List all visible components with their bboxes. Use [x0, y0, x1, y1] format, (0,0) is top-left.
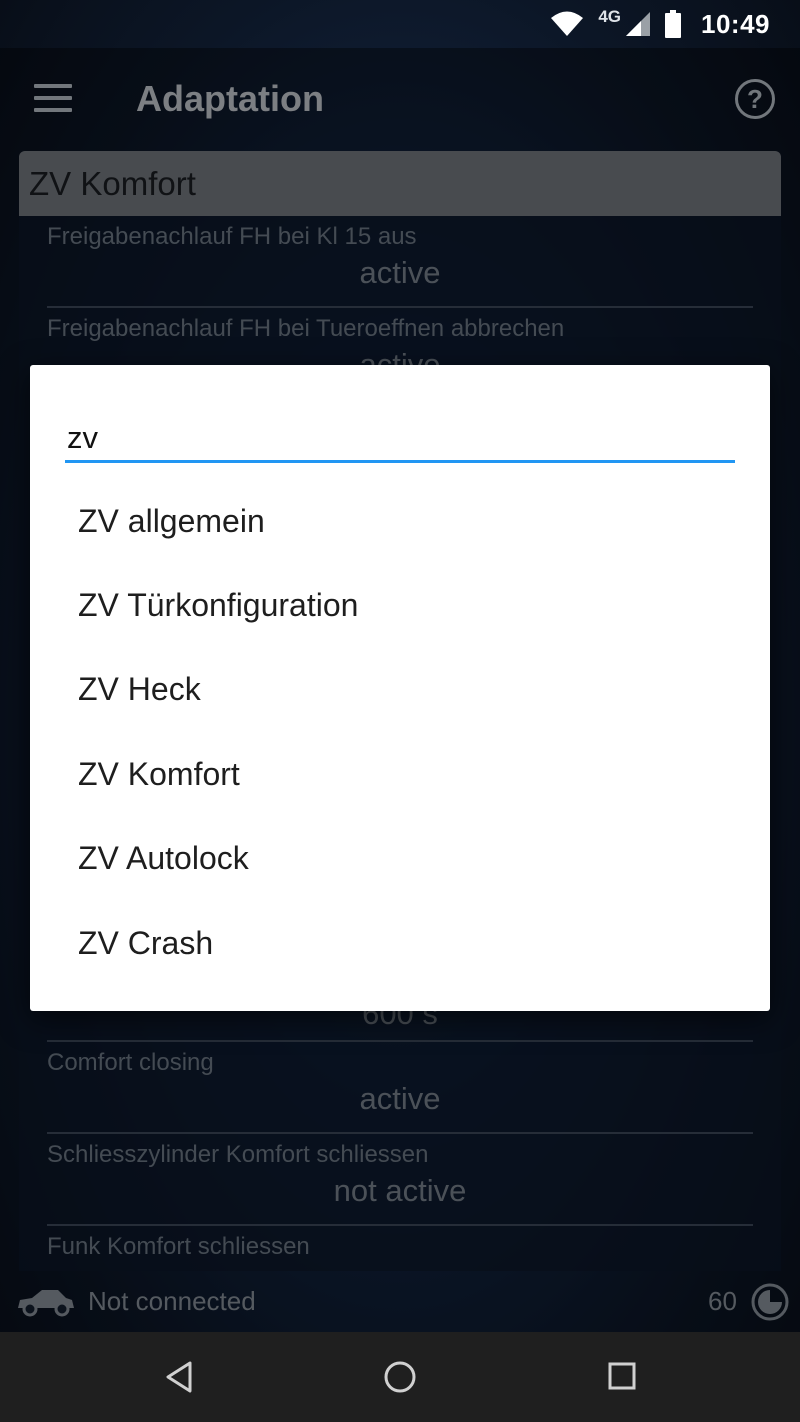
option-item[interactable]: ZV Komfort [78, 744, 728, 804]
option-item[interactable]: ZV allgemein [78, 491, 728, 551]
system-nav-bar [0, 1332, 800, 1422]
clock: 10:49 [701, 8, 770, 39]
wifi-icon [550, 11, 584, 37]
signal-icon [625, 11, 651, 37]
option-item[interactable]: ZV Crash [78, 913, 728, 973]
search-field[interactable] [65, 415, 735, 465]
recents-square-icon[interactable] [608, 1362, 636, 1395]
battery-icon [665, 10, 681, 38]
home-circle-icon[interactable] [383, 1360, 417, 1399]
option-item[interactable]: ZV Türkonfiguration [78, 575, 728, 635]
network-type-label: 4G [598, 7, 621, 26]
filter-dialog: ZV allgemein ZV Türkonfiguration ZV Heck… [30, 365, 770, 1011]
option-item[interactable]: ZV Heck [78, 659, 728, 719]
option-item[interactable]: ZV Autolock [78, 828, 728, 888]
search-input[interactable] [65, 415, 735, 463]
status-bar: 4G 10:49 [0, 0, 800, 48]
back-triangle-icon[interactable] [164, 1360, 194, 1399]
